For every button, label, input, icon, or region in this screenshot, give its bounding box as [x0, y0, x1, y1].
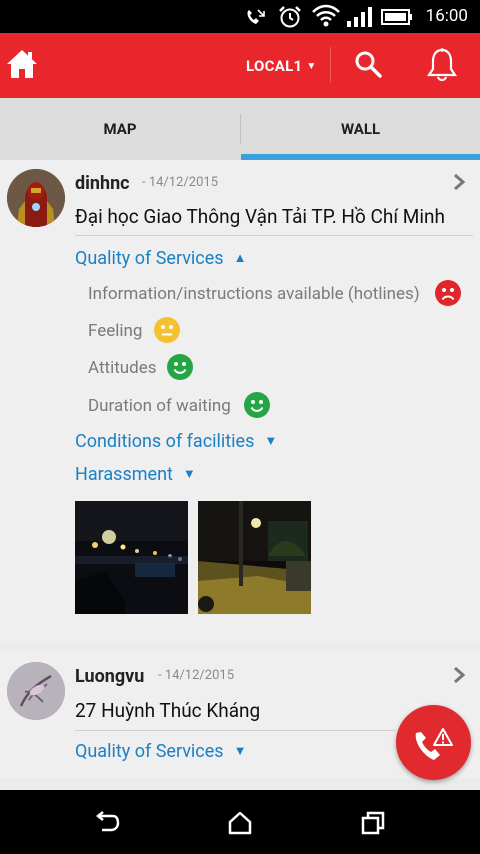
phone-warning-icon	[415, 728, 453, 760]
night-city-photo	[75, 501, 188, 614]
rating-label: Feeling	[88, 321, 143, 341]
divider	[75, 730, 395, 731]
happy-face-icon	[167, 354, 193, 380]
section-quality-of-services[interactable]: Quality of Services ▼	[75, 741, 246, 762]
post-photo[interactable]	[198, 501, 311, 614]
alarm-icon	[279, 6, 301, 28]
rating-label: Information/instructions available (hotl…	[88, 284, 420, 304]
sad-face-icon	[435, 280, 461, 306]
neutral-face-icon	[154, 317, 180, 343]
section-title: Quality of Services	[75, 248, 224, 269]
post-place: 27 Huỳnh Thúc Kháng	[75, 699, 261, 722]
tab-map[interactable]: MAP	[0, 98, 240, 160]
location-selector[interactable]: LOCAL1 ▼	[246, 57, 317, 75]
avatar[interactable]	[7, 662, 65, 720]
back-icon[interactable]	[94, 810, 120, 836]
night-street-photo	[198, 501, 311, 614]
status-bar: 16:00	[0, 0, 480, 33]
status-time: 16:00	[425, 6, 468, 26]
post-username[interactable]: dinhnc	[75, 173, 130, 194]
section-conditions-of-facilities[interactable]: Conditions of facilities ▼	[75, 431, 277, 452]
section-title: Harassment	[75, 464, 173, 485]
recent-apps-icon[interactable]	[360, 810, 386, 836]
expand-arrow-icon: ▼	[233, 744, 247, 759]
home-icon[interactable]	[5, 47, 39, 81]
notification-bell-icon[interactable]	[426, 47, 458, 83]
chevron-right-icon[interactable]	[452, 666, 466, 684]
post-date: - 14/12/2015	[142, 175, 218, 190]
tab-bar: MAP WALL	[0, 98, 480, 160]
wifi-icon	[312, 4, 340, 27]
system-nav-bar	[0, 790, 480, 854]
tab-wall[interactable]: WALL	[241, 98, 480, 160]
expand-arrow-icon: ▼	[264, 434, 278, 449]
post-place: Đại học Giao Thông Vận Tải TP. Hồ Chí Mi…	[75, 205, 445, 228]
section-title: Quality of Services	[75, 741, 224, 762]
section-harassment[interactable]: Harassment ▼	[75, 464, 196, 485]
avatar[interactable]	[7, 169, 65, 227]
location-label: LOCAL1	[246, 57, 303, 75]
location-caret: ▼	[306, 61, 317, 72]
battery-icon	[381, 9, 412, 25]
expand-arrow-icon: ▼	[182, 467, 196, 482]
signal-icon	[347, 7, 372, 27]
rating-label: Duration of waiting	[88, 396, 231, 416]
search-icon[interactable]	[354, 50, 382, 78]
app-bar: LOCAL1 ▼	[0, 33, 480, 98]
avatar-image	[7, 662, 65, 720]
post-username[interactable]: Luongvu	[75, 666, 144, 687]
rating-label: Attitudes	[88, 358, 157, 378]
post-date: - 14/12/2015	[158, 668, 234, 683]
avatar-image	[7, 169, 65, 227]
section-title: Conditions of facilities	[75, 431, 255, 452]
emergency-call-button[interactable]	[396, 705, 471, 780]
section-quality-of-services[interactable]: Quality of Services ▲	[75, 248, 246, 269]
home-nav-icon[interactable]	[227, 810, 253, 836]
appbar-divider	[330, 47, 331, 83]
collapse-arrow-icon: ▲	[233, 251, 247, 266]
post-photo[interactable]	[75, 501, 188, 614]
chevron-right-icon[interactable]	[452, 173, 466, 191]
divider	[75, 235, 473, 236]
missed-call-icon	[247, 9, 265, 24]
happy-face-icon	[244, 392, 270, 418]
